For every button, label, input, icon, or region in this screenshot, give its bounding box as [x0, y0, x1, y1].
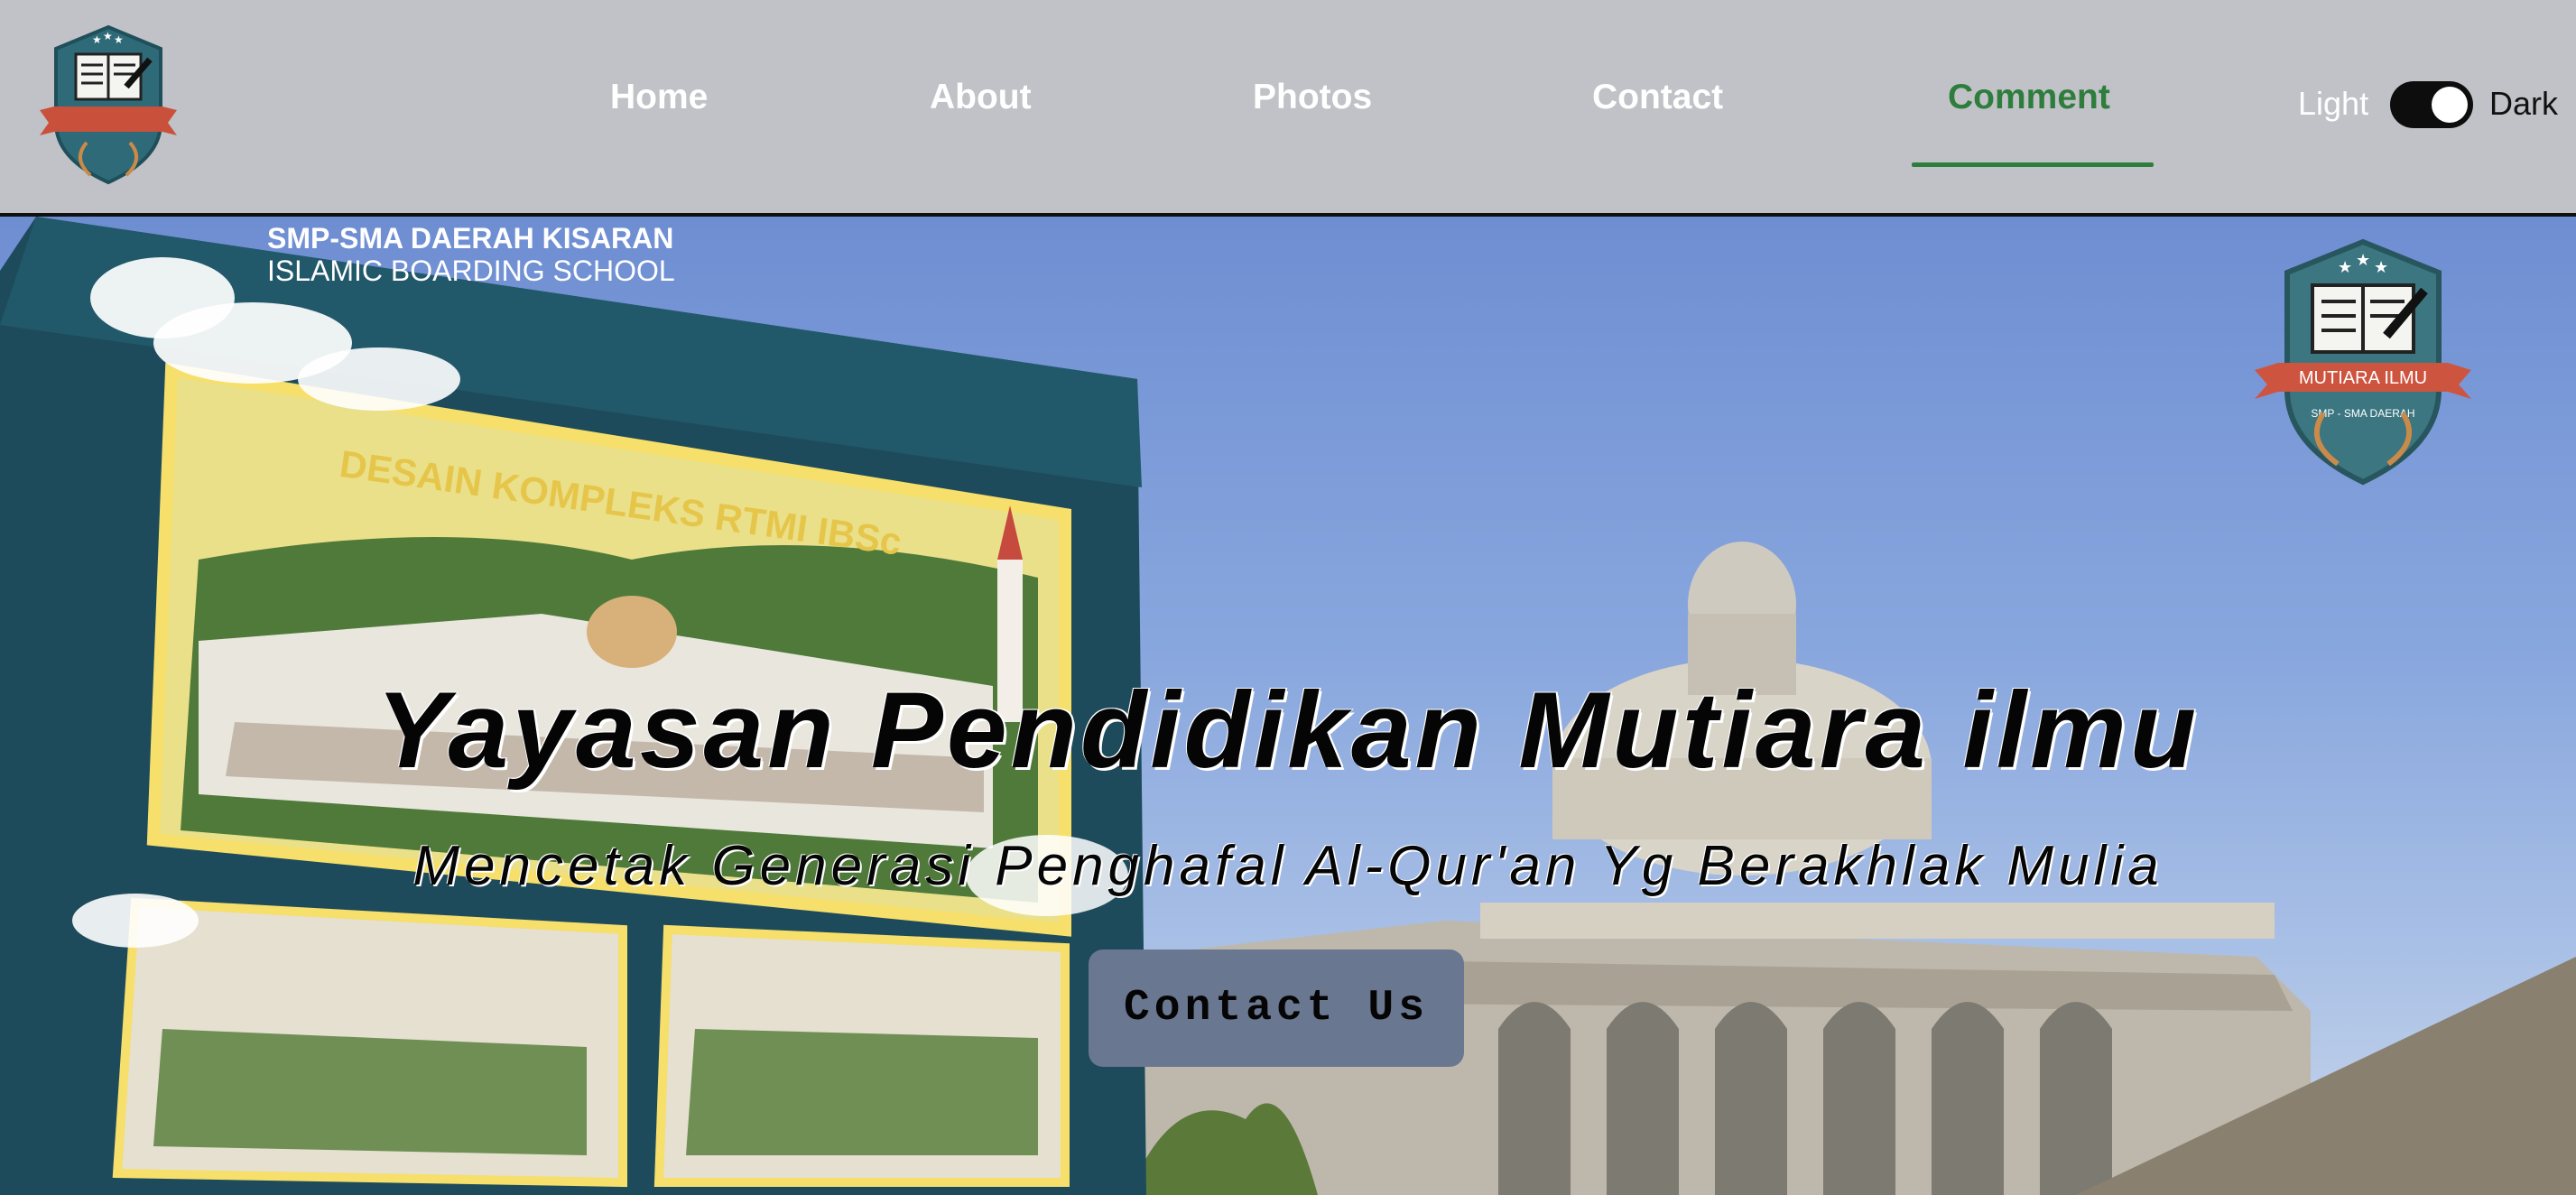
theme-toggle-knob [2432, 87, 2468, 123]
theme-light-label: Light [2298, 85, 2369, 122]
nav-photos[interactable]: Photos [1253, 78, 1372, 117]
site-logo[interactable]: ★ ★ ★ [36, 23, 181, 186]
hero-subtitle: Mencetak Generasi Penghafal Al-Qur'an Yg… [412, 835, 2164, 897]
hero-logo-text: MUTIARA ILMU [2299, 368, 2427, 388]
nav-comment[interactable]: Comment [1948, 78, 2110, 117]
svg-text:★: ★ [2356, 251, 2370, 269]
svg-text:★: ★ [103, 30, 113, 42]
nav-about[interactable]: About [930, 78, 1032, 117]
billboard-school-line2: ISLAMIC BOARDING SCHOOL [267, 255, 675, 287]
theme-toggle[interactable] [2390, 81, 2473, 128]
hero-logo-subtext: SMP - SMA DAERAH [2311, 407, 2414, 420]
hero-section: SMP-SMA DAERAH KISARAN ISLAMIC BOARDING … [0, 217, 2576, 1195]
hero-watermark-logo: ★ ★ ★ MUTIARA ILMU SMP - SMA DAERAH [2255, 238, 2471, 486]
svg-text:★: ★ [92, 33, 102, 46]
nav-home[interactable]: Home [610, 78, 708, 117]
hero-title: Yayasan Pendidikan Mutiara ilmu [375, 670, 2201, 791]
svg-text:★: ★ [2374, 258, 2388, 276]
navbar: ★ ★ ★ Home About Photos Contact Comment Li… [0, 0, 2576, 217]
theme-dark-label: Dark [2489, 85, 2559, 122]
svg-text:★: ★ [2338, 258, 2352, 276]
contact-us-button[interactable]: Contact Us [1089, 950, 1464, 1067]
nav-active-indicator [1912, 162, 2154, 167]
billboard-school-line1: SMP-SMA DAERAH KISARAN [267, 222, 674, 255]
nav-contact[interactable]: Contact [1592, 78, 1723, 117]
svg-text:★: ★ [114, 33, 124, 46]
